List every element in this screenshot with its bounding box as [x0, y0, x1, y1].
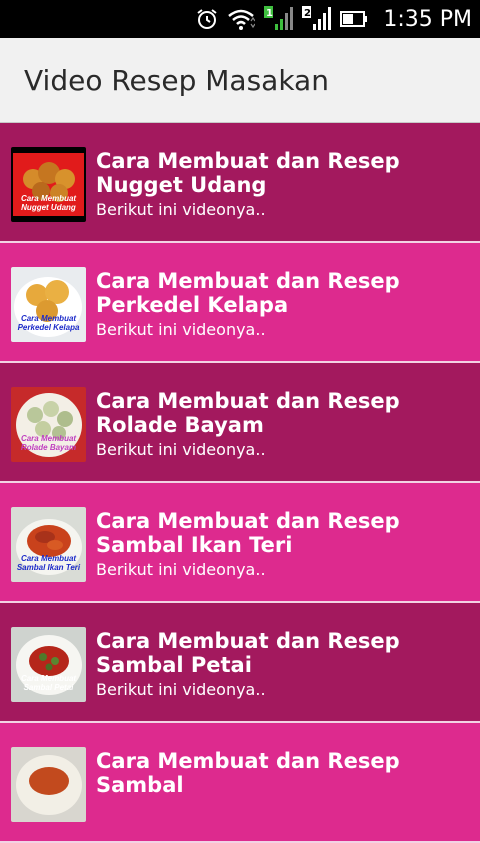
item-title: Cara Membuat dan Resep Sambal Petai: [96, 629, 400, 677]
list-item[interactable]: Cara Membuat Rolade Bayam Cara Membuat d…: [0, 363, 480, 483]
status-bar: 1 2 1:35 PM: [0, 0, 480, 38]
battery-icon: [339, 10, 369, 28]
list-item[interactable]: Cara Membuat dan Resep Sambal: [0, 723, 480, 843]
thumbnail: Cara Membuat Sambal Ikan Teri: [11, 507, 86, 582]
alarm-icon: [195, 7, 219, 31]
thumb-caption: Cara Membuat Rolade Bayam: [20, 434, 77, 452]
thumbnail: Cara Membuat Sambal Petai: [11, 627, 86, 702]
thumb-caption: Cara Membuat Sambal Ikan Teri: [16, 554, 81, 572]
svg-text:1: 1: [266, 8, 273, 19]
item-title: Cara Membuat dan Resep Rolade Bayam: [96, 389, 400, 437]
wifi-icon: [227, 7, 256, 31]
list-item[interactable]: Cara Membuat Sambal Petai Cara Membuat d…: [0, 603, 480, 723]
thumbnail: Cara Membuat Perkedel Kelapa: [11, 267, 86, 342]
signal-sim2-icon: 2: [301, 6, 332, 32]
item-subtitle: Berikut ini videonya..: [96, 440, 266, 459]
list-item[interactable]: Cara Membuat Nugget Udang Cara Membuat d…: [0, 123, 480, 243]
recipe-list: Cara Membuat Nugget Udang Cara Membuat d…: [0, 123, 480, 843]
item-title: Cara Membuat dan Resep Sambal Ikan Teri: [96, 509, 400, 557]
list-item[interactable]: Cara Membuat Sambal Ikan Teri Cara Membu…: [0, 483, 480, 603]
clock: 1:35 PM: [383, 6, 472, 32]
thumb-caption: Cara Membuat Sambal Petai: [20, 674, 77, 692]
signal-sim1-icon: 1: [263, 6, 294, 32]
item-title: Cara Membuat dan Resep Sambal: [96, 749, 400, 797]
thumbnail: Cara Membuat Rolade Bayam: [11, 387, 86, 462]
list-item[interactable]: Cara Membuat Perkedel Kelapa Cara Membua…: [0, 243, 480, 363]
item-title: Cara Membuat dan Resep Nugget Udang: [96, 149, 400, 197]
thumbnail: Cara Membuat Nugget Udang: [11, 147, 86, 222]
thumb-caption: Cara Membuat Nugget Udang: [20, 194, 77, 212]
app-bar: Video Resep Masakan: [0, 38, 480, 123]
item-subtitle: Berikut ini videonya..: [96, 680, 266, 699]
svg-text:2: 2: [304, 8, 311, 19]
status-icons: 1 2 1:35 PM: [195, 0, 472, 38]
thumb-caption: Cara Membuat Perkedel Kelapa: [17, 314, 80, 332]
item-subtitle: Berikut ini videonya..: [96, 320, 266, 339]
item-subtitle: Berikut ini videonya..: [96, 560, 266, 579]
item-title: Cara Membuat dan Resep Perkedel Kelapa: [96, 269, 400, 317]
item-subtitle: Berikut ini videonya..: [96, 200, 266, 219]
app-title: Video Resep Masakan: [24, 64, 329, 97]
thumbnail: [11, 747, 86, 822]
